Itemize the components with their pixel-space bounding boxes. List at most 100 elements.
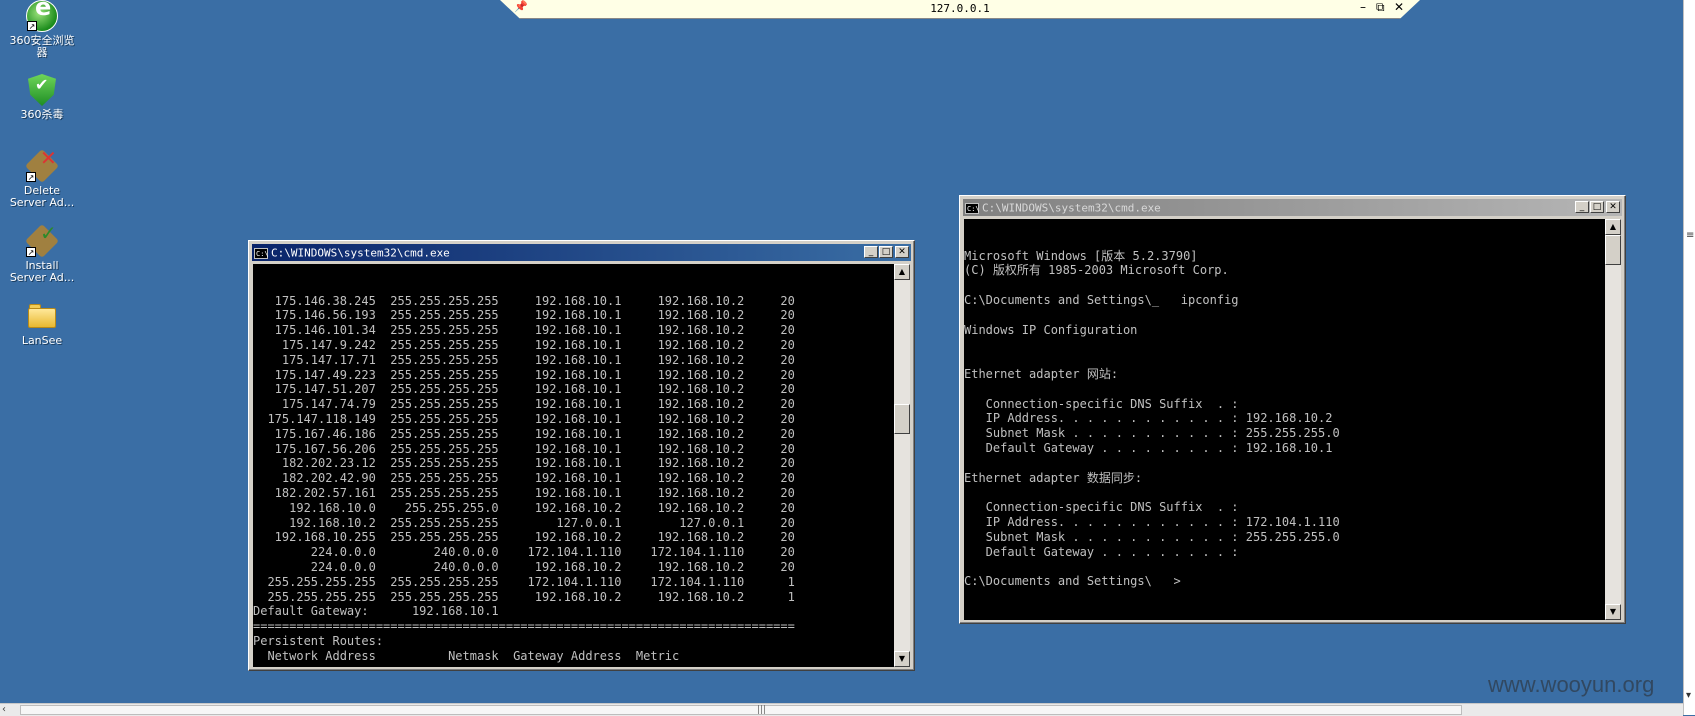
rdp-host-label: 127.0.0.1 — [930, 2, 990, 15]
window-titlebar[interactable]: C:\ C:\WINDOWS\system32\cmd.exe _ □ ✕ — [963, 199, 1622, 216]
close-button[interactable]: ✕ — [1606, 201, 1620, 213]
console-line: Subnet Mask . . . . . . . . . . . : 255.… — [964, 426, 1340, 441]
console-line: 224.0.0.0 240.0.0.0 192.168.10.2 192.168… — [253, 559, 795, 574]
cmd-icon: C:\ — [254, 247, 269, 259]
watermark: www.wooyun.org — [1488, 672, 1655, 697]
desktop-icon-label: 360杀毒 — [20, 108, 64, 121]
scroll-thumb[interactable] — [894, 404, 910, 434]
console-line: Ethernet adapter 网站: — [964, 366, 1119, 381]
console-line: Network Address Netmask Gateway Address … — [253, 648, 680, 663]
console-line: Microsoft Windows [版本 5.2.3790] — [964, 248, 1198, 263]
cmd-icon: C:\ — [965, 202, 980, 214]
console-line: ========================================… — [253, 619, 795, 634]
console-line: 175.147.118.149 255.255.255.255 192.168.… — [253, 411, 795, 426]
maximize-button[interactable]: □ — [1590, 201, 1604, 213]
vertical-scrollbar[interactable]: ▲ ▼ — [1605, 219, 1621, 620]
scroll-thumb[interactable] — [1605, 235, 1621, 265]
console-line: 255.255.255.255 255.255.255.255 172.104.… — [253, 574, 795, 589]
console-line: Subnet Mask . . . . . . . . . . . : 255.… — [964, 529, 1340, 544]
console-output[interactable]: Microsoft Windows [版本 5.2.3790] (C) 版权所有 … — [964, 219, 1605, 620]
console-line: 175.167.56.206 255.255.255.255 192.168.1… — [253, 441, 795, 456]
desktop-icon-lansee[interactable]: LanSee — [6, 300, 78, 347]
console-line: IP Address. . . . . . . . . . . . : 172.… — [964, 514, 1340, 529]
window-title: C:\WINDOWS\system32\cmd.exe — [271, 246, 450, 260]
console-line: 175.147.49.223 255.255.255.255 192.168.1… — [253, 367, 795, 382]
console-line: 175.146.38.245 255.255.255.255 192.168.1… — [253, 293, 795, 308]
console-lines: Microsoft Windows [版本 5.2.3790] (C) 版权所有 … — [964, 249, 1605, 589]
desktop-icon-label: LanSee — [21, 334, 63, 347]
grip-icon: ||| — [757, 705, 767, 715]
console-line: Default Gateway . . . . . . . . . : 192.… — [964, 440, 1333, 455]
window-titlebar[interactable]: C:\ C:\WINDOWS\system32\cmd.exe _ □ ✕ — [252, 244, 911, 261]
minimize-button[interactable]: _ — [1575, 201, 1589, 213]
console-line: 175.147.9.242 255.255.255.255 192.168.10… — [253, 337, 795, 352]
rdp-restore-button[interactable]: ⧉ — [1376, 0, 1385, 15]
console-line: 224.0.0.0 240.0.0.0 172.104.1.110 172.10… — [253, 545, 795, 560]
console-line: (C) 版权所有 1985-2003 Microsoft Corp. — [964, 263, 1229, 278]
console-line: Default Gateway . . . . . . . . . : — [964, 544, 1239, 559]
scroll-down-button[interactable]: ▼ — [1605, 604, 1621, 620]
console-line: 175.167.46.186 255.255.255.255 192.168.1… — [253, 426, 795, 441]
console-line: 175.146.101.34 255.255.255.255 192.168.1… — [253, 323, 795, 338]
desktop-icon-install-server[interactable]: ✓ ↗ Install Server Ad... — [6, 223, 78, 284]
folder-icon — [26, 300, 58, 332]
rdp-minimize-button[interactable]: – — [1360, 0, 1366, 14]
console-line: 182.202.57.161 255.255.255.255 192.168.1… — [253, 485, 795, 500]
console-line: Connection-specific DNS Suffix . : — [964, 396, 1239, 411]
shield-icon — [28, 74, 56, 106]
close-button[interactable]: ✕ — [895, 246, 909, 258]
console-line: C:\Documents and Settings\ > — [964, 574, 1181, 589]
console-line: IP Address. . . . . . . . . . . . : 192.… — [964, 411, 1333, 426]
console-line: Ethernet adapter 数据同步: — [964, 470, 1143, 485]
desktop-icon-delete-server[interactable]: ✕ ↗ Delete Server Ad... — [6, 148, 78, 209]
console-line: 192.168.10.255 255.255.255.255 192.168.1… — [253, 530, 795, 545]
minimize-button[interactable]: _ — [864, 246, 878, 258]
scroll-left-icon[interactable]: ‹ — [2, 704, 6, 715]
console-line: Connection-specific DNS Suffix . : — [964, 500, 1239, 515]
horizontal-scroll-thumb[interactable]: ||| — [20, 705, 1462, 715]
vertical-scrollbar[interactable]: ▲ ▼ — [894, 264, 910, 667]
console-output[interactable]: 175.146.38.245 255.255.255.255 192.168.1… — [253, 264, 894, 667]
console-line: 175.147.17.71 255.255.255.255 192.168.10… — [253, 352, 795, 367]
console-lines: 175.146.38.245 255.255.255.255 192.168.1… — [253, 294, 894, 664]
console-line: 182.202.42.90 255.255.255.255 192.168.10… — [253, 471, 795, 486]
window-title: C:\WINDOWS\system32\cmd.exe — [982, 201, 1161, 215]
tool-icon: ✓ ↗ — [25, 223, 59, 258]
console-line: 255.255.255.255 255.255.255.255 192.168.… — [253, 589, 795, 604]
console-line: Windows IP Configuration — [964, 322, 1138, 337]
scroll-up-button[interactable]: ▲ — [1605, 219, 1621, 235]
console-line: 175.146.56.193 255.255.255.255 192.168.1… — [253, 308, 795, 323]
tool-icon: ✕ ↗ — [25, 148, 59, 183]
desktop-icon-label: Delete Server Ad... — [9, 184, 75, 209]
cmd-window-route[interactable]: C:\ C:\WINDOWS\system32\cmd.exe _ □ ✕ 175.1… — [248, 240, 915, 671]
cmd-window-ipconfig[interactable]: C:\ C:\WINDOWS\system32\cmd.exe _ □ ✕ Micro… — [959, 195, 1626, 624]
horizontal-scrollbar[interactable]: ‹ ||| — [0, 703, 1683, 716]
desktop-icon-360-browser[interactable]: ↗ 360安全浏览器 — [6, 0, 78, 59]
remote-desktop-bar: 📌 127.0.0.1 – ⧉ ✕ — [500, 0, 1420, 19]
maximize-button[interactable]: □ — [879, 246, 893, 258]
resize-grip-icon: ≡ — [1686, 230, 1695, 241]
scroll-up-button[interactable]: ▲ — [894, 264, 910, 280]
right-edge-strip: ≡ ▾ — [1683, 0, 1695, 715]
console-line: C:\Documents and Settings\_ ipconfig — [964, 292, 1239, 307]
console-line: 175.147.51.207 255.255.255.255 192.168.1… — [253, 382, 795, 397]
console-line: Default Gateway: 192.168.10.1 — [253, 604, 499, 619]
scroll-down-icon[interactable]: ▾ — [1686, 690, 1691, 701]
console-line: Persistent Routes: — [253, 633, 384, 648]
desktop-icon-label: Install Server Ad... — [9, 259, 75, 284]
browser-icon: ↗ — [26, 0, 58, 32]
console-line: 182.202.23.12 255.255.255.255 192.168.10… — [253, 456, 795, 471]
console-line: 192.168.10.0 255.255.255.0 192.168.10.2 … — [253, 500, 795, 515]
desktop-icon-360-antivirus[interactable]: 360杀毒 — [6, 74, 78, 121]
rdp-close-button[interactable]: ✕ — [1394, 0, 1404, 14]
scroll-down-button[interactable]: ▼ — [894, 651, 910, 667]
desktop-icon-label: 360安全浏览器 — [9, 34, 75, 59]
